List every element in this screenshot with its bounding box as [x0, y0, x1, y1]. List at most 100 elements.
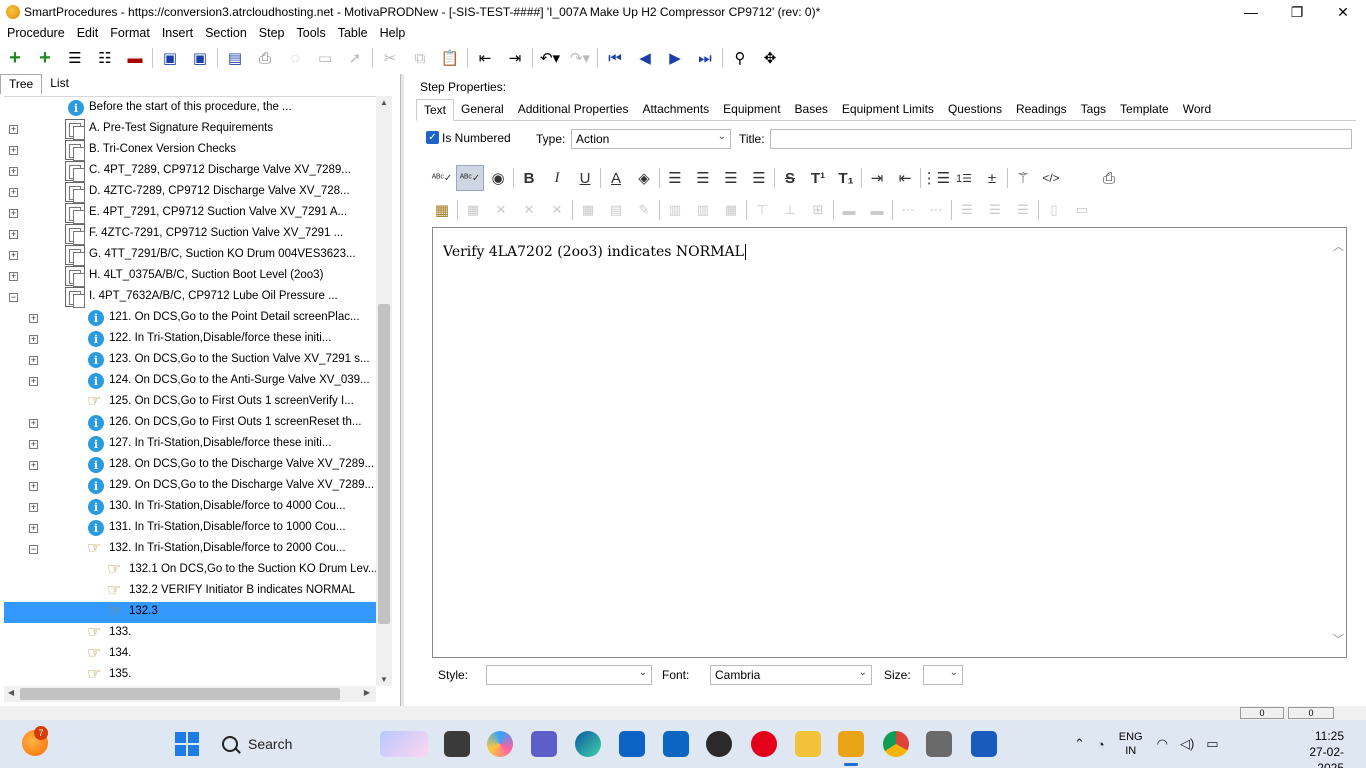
- indent-icon[interactable]: ⇥: [863, 165, 891, 191]
- expand-icon[interactable]: +: [9, 209, 18, 218]
- chrome-icon[interactable]: [883, 731, 909, 757]
- expand-icon[interactable]: +: [29, 314, 38, 323]
- maximize-button[interactable]: ❐: [1274, 0, 1320, 24]
- row-height-icon[interactable]: ⋯: [922, 197, 950, 223]
- tree-node[interactable]: + i 123. On DCS,Go to the Suction Valve XV…: [4, 350, 376, 371]
- expand-icon[interactable]: +: [29, 440, 38, 449]
- tab-tree[interactable]: Tree: [0, 74, 43, 94]
- weather-widget-icon[interactable]: 7: [22, 726, 48, 756]
- save-icon[interactable]: ▣: [185, 45, 215, 71]
- justify-icon[interactable]: ☰: [745, 165, 773, 191]
- auto-spell-check-icon[interactable]: ᴬᴮᶜ✓: [456, 165, 484, 191]
- italic-button[interactable]: I: [543, 165, 571, 191]
- valign-middle-icon[interactable]: ☰: [981, 197, 1009, 223]
- window-icon[interactable]: ▭: [310, 45, 340, 71]
- tree-node[interactable]: + H. 4LT_0375A/B/C, Suction Boot Level (2…: [4, 266, 376, 287]
- is-numbered-checkbox[interactable]: ✓: [426, 131, 439, 144]
- col-width-icon[interactable]: ⋯: [894, 197, 922, 223]
- search-binoculars-icon[interactable]: ⚲: [725, 45, 755, 71]
- file-explorer-icon[interactable]: [795, 731, 821, 757]
- teams-icon[interactable]: [531, 731, 557, 757]
- size-select[interactable]: ⌄: [923, 665, 963, 685]
- panel-splitter[interactable]: [400, 74, 404, 706]
- numbered-list-icon[interactable]: 1☰: [950, 165, 978, 191]
- collapse-icon[interactable]: −: [29, 545, 38, 554]
- print-icon[interactable]: ⎙: [1095, 165, 1123, 191]
- editor-content[interactable]: Verify 4LA7202 (2oo3) indicates NORMAL: [443, 244, 746, 260]
- volume-icon[interactable]: ◁): [1180, 736, 1194, 752]
- table-icon[interactable]: ▦: [459, 197, 487, 223]
- valign-bottom-icon[interactable]: ☰: [1009, 197, 1037, 223]
- align-center-icon[interactable]: ☰: [689, 165, 717, 191]
- tree-node[interactable]: + C. 4PT_7289, CP9712 Discharge Valve XV_…: [4, 161, 376, 182]
- paste-icon[interactable]: 📋: [435, 45, 465, 71]
- expand-icon[interactable]: +: [9, 125, 18, 134]
- tab-attachments[interactable]: Attachments: [635, 99, 716, 120]
- tab-readings[interactable]: Readings: [1009, 99, 1074, 120]
- refresh-icon[interactable]: ◌: [280, 45, 310, 71]
- next-icon[interactable]: ▶: [660, 45, 690, 71]
- menu-step[interactable]: Step: [253, 26, 291, 40]
- superscript-button[interactable]: T¹: [804, 165, 832, 191]
- insert-col-left-icon[interactable]: ▥: [661, 197, 689, 223]
- tree-node[interactable]: + D. 4ZTC-7289, CP9712 Discharge Valve XV…: [4, 182, 376, 203]
- expand-icon[interactable]: +: [29, 482, 38, 491]
- merge-cells-icon[interactable]: ▦: [717, 197, 745, 223]
- tab-additional-properties[interactable]: Additional Properties: [511, 99, 636, 120]
- globe-icon[interactable]: ◉: [484, 165, 512, 191]
- tab-equipment[interactable]: Equipment: [716, 99, 787, 120]
- tree-node[interactable]: + i 127. In Tri-Station,Disable/force thes…: [4, 434, 376, 455]
- scroll-left-icon[interactable]: ◀: [8, 688, 14, 697]
- tab-list[interactable]: List: [42, 74, 77, 94]
- tree-node[interactable]: − ☞ 132. In Tri-Station,Disable/force to 2…: [4, 539, 376, 560]
- tab-text[interactable]: Text: [416, 99, 455, 121]
- menu-insert[interactable]: Insert: [156, 26, 199, 40]
- windows-start-icon[interactable]: [175, 732, 199, 756]
- tree-node[interactable]: + E. 4PT_7291, CP9712 Suction Valve XV_72…: [4, 203, 376, 224]
- subscript-button[interactable]: T₁: [832, 165, 860, 191]
- tab-word[interactable]: Word: [1176, 99, 1218, 120]
- spell-check-icon[interactable]: ᴬᴮᶜ✓: [428, 165, 456, 191]
- collapse-icon[interactable]: −: [9, 293, 18, 302]
- expand-icon[interactable]: +: [29, 356, 38, 365]
- undo-icon[interactable]: ↶▾: [535, 45, 565, 71]
- expand-icon[interactable]: +: [9, 251, 18, 260]
- edit-cell-icon[interactable]: ✎: [630, 197, 658, 223]
- chevron-up-icon[interactable]: ⌃: [1074, 736, 1085, 752]
- indent-right-icon[interactable]: ⇥: [500, 45, 530, 71]
- tab-general[interactable]: General: [454, 99, 511, 120]
- tab-bases[interactable]: Bases: [788, 99, 835, 120]
- expand-icon[interactable]: +: [9, 167, 18, 176]
- delete-icon[interactable]: ▬: [120, 45, 150, 71]
- tree-node[interactable]: ☞ 133.: [4, 623, 376, 644]
- smartprocedures-taskbar-icon[interactable]: [838, 731, 864, 766]
- split-cell-icon[interactable]: ⊞: [804, 197, 832, 223]
- cut-icon[interactable]: ✂: [375, 45, 405, 71]
- add-icon[interactable]: +: [0, 45, 30, 71]
- tree-node[interactable]: + G. 4TT_7291/B/C, Suction KO Drum 004VES…: [4, 245, 376, 266]
- tree-node[interactable]: i Before the start of this procedure, the…: [4, 98, 376, 119]
- magic-wand-icon[interactable]: ⚚: [1009, 165, 1037, 191]
- insert-row-above-icon[interactable]: ⊤: [748, 197, 776, 223]
- tab-questions[interactable]: Questions: [941, 99, 1009, 120]
- expand-icon[interactable]: +: [29, 377, 38, 386]
- horizontal-bar-icon[interactable]: ▭: [1068, 197, 1096, 223]
- menu-procedure[interactable]: Procedure: [0, 26, 71, 40]
- expand-icon[interactable]: +: [29, 461, 38, 470]
- chevron-up-icon[interactable]: ︿: [1333, 238, 1344, 254]
- tree-node[interactable]: + B. Tri-Conex Version Checks: [4, 140, 376, 161]
- row-icon[interactable]: ▬: [835, 197, 863, 223]
- search-highlight-icon[interactable]: [380, 731, 428, 757]
- menu-edit[interactable]: Edit: [71, 26, 105, 40]
- tree-node[interactable]: ☞ 135.: [4, 665, 376, 686]
- expand-icon[interactable]: +: [29, 335, 38, 344]
- tree-node[interactable]: + F. 4ZTC-7291, CP9712 Suction Valve XV_7…: [4, 224, 376, 245]
- menu-section[interactable]: Section: [199, 26, 253, 40]
- language-indicator[interactable]: ENG IN: [1119, 730, 1143, 758]
- scroll-thumb[interactable]: [20, 688, 340, 700]
- tree-vertical-scrollbar[interactable]: ▲ ▼: [376, 96, 392, 686]
- tree-node[interactable]: + i 128. On DCS,Go to the Discharge Valve …: [4, 455, 376, 476]
- fill-color-icon[interactable]: ◈: [630, 165, 658, 191]
- step-text-editor[interactable]: Verify 4LA7202 (2oo3) indicates NORMAL ︿…: [432, 227, 1347, 658]
- tree-horizontal-scrollbar[interactable]: ◀ ▶: [4, 686, 376, 702]
